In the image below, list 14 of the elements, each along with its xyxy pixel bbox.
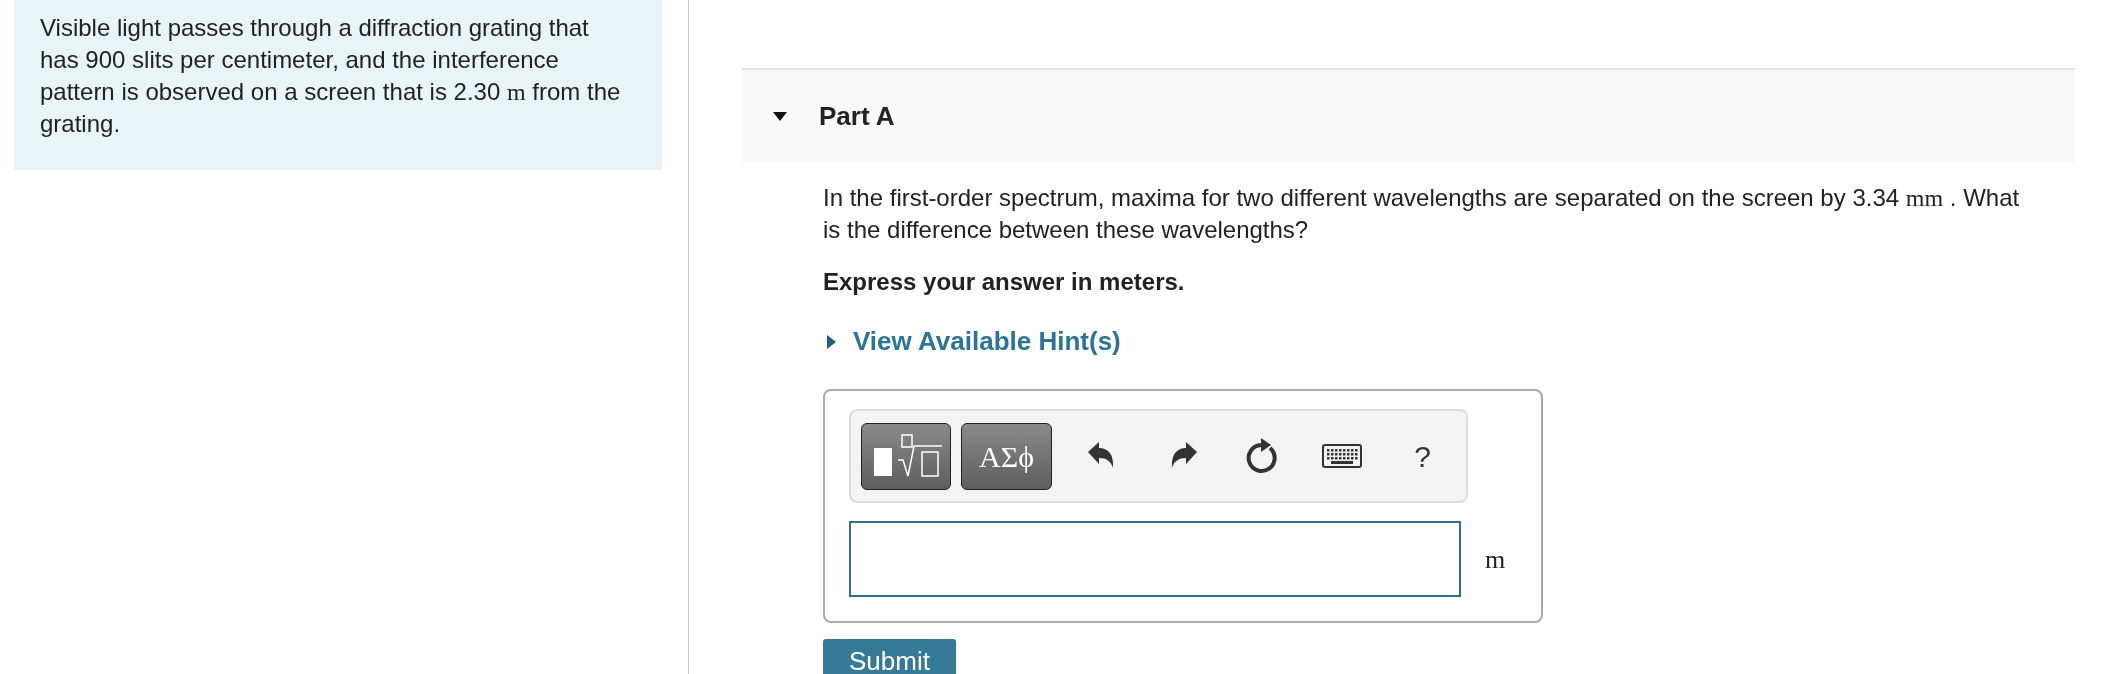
hints-toggle[interactable]: View Available Hint(s)	[823, 322, 1121, 361]
question-text: In the first-order spectrum, maxima for two different wavelengths are separated on the screen by 3.34 mm . What is the difference between these wavelengths?	[823, 183, 2021, 245]
part-header[interactable]: Part A	[742, 68, 2075, 162]
reset-icon	[1244, 438, 1279, 474]
part-title: Part A	[819, 99, 895, 133]
help-button[interactable]: ?	[1389, 422, 1456, 490]
greek-symbols-button[interactable]: ΑΣϕ	[961, 422, 1052, 490]
problem-intro-text: Visible light passes through a diffraction grating that has 900 slits per centimeter, and the interference pattern is observed on a screen that is 2.30 m from the grating.	[40, 13, 622, 139]
submit-button[interactable]: Submit	[823, 639, 956, 674]
answer-field[interactable]	[849, 521, 1461, 597]
keyboard-icon	[1321, 444, 1362, 468]
templates-button[interactable]	[861, 422, 952, 490]
instruction-text: Express your answer in meters.	[823, 267, 1186, 297]
unit-label: m	[1485, 543, 1506, 576]
